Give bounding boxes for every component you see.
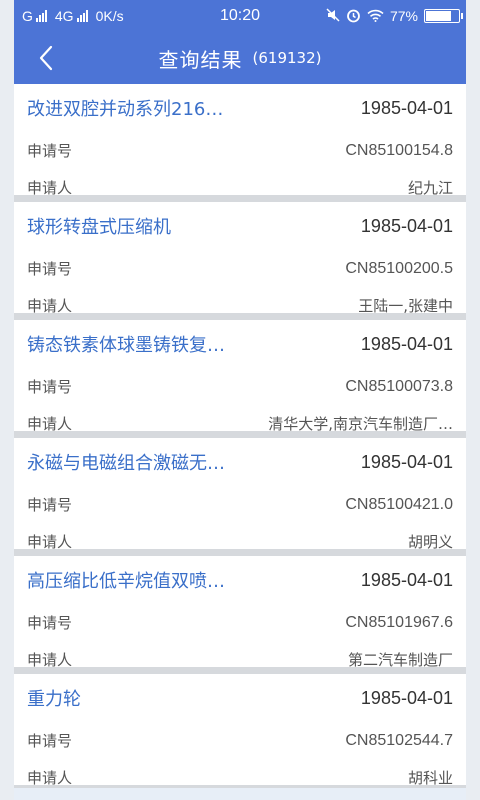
result-count: (619132) <box>252 49 322 67</box>
wifi-icon <box>367 9 384 24</box>
applicant-label: 申请人 <box>27 769 73 787</box>
app-no-label: 申请号 <box>27 732 73 750</box>
app-no-row: 申请号 CN85102544.7 <box>27 722 453 759</box>
battery-icon <box>424 9 463 23</box>
applicant-row: 申请人 清华大学,南京汽车制造厂… <box>27 405 453 442</box>
applicant-label: 申请人 <box>27 533 73 551</box>
applicant-label: 申请人 <box>27 415 73 433</box>
result-header-row: 球形转盘式压缩机 1985-04-01 <box>27 202 453 250</box>
result-header-row: 铸态铁素体球墨铸铁复… 1985-04-01 <box>27 320 453 368</box>
result-card[interactable]: 重力轮 1985-04-01 申请号 CN85102544.7 申请人 胡科业 <box>14 674 466 792</box>
title-wrap: 查询结果 (619132) <box>14 32 466 84</box>
applicant-value: 清华大学,南京汽车制造厂… <box>268 415 453 433</box>
app-no-label: 申请号 <box>27 378 73 396</box>
chevron-left-icon <box>39 45 53 71</box>
patent-title-link[interactable]: 重力轮 <box>27 685 81 711</box>
applicant-value: 王陆一,张建中 <box>358 297 453 315</box>
result-card[interactable]: 球形转盘式压缩机 1985-04-01 申请号 CN85100200.5 申请人… <box>14 202 466 320</box>
battery-fill <box>426 11 451 21</box>
applicant-row: 申请人 纪九江 <box>27 169 453 206</box>
patent-date: 1985-04-01 <box>360 333 453 354</box>
patent-date: 1985-04-01 <box>360 97 453 118</box>
result-header-row: 重力轮 1985-04-01 <box>27 674 453 722</box>
result-card[interactable]: 铸态铁素体球墨铸铁复… 1985-04-01 申请号 CN85100073.8 … <box>14 320 466 438</box>
applicant-label: 申请人 <box>27 651 73 669</box>
result-header-row: 改进双腔并动系列216… 1985-04-01 <box>27 84 453 132</box>
patent-title-link[interactable]: 球形转盘式压缩机 <box>27 213 171 239</box>
app-no-value: CN85100154.8 <box>345 141 453 159</box>
app-no-value: CN85100421.0 <box>345 495 453 513</box>
app-no-label: 申请号 <box>27 142 73 160</box>
applicant-value: 胡明义 <box>407 533 453 551</box>
phone-frame: G 4G 0K/s 10:20 77% 查询结果 (619132) 改进双腔并动… <box>14 0 466 800</box>
back-button[interactable] <box>28 40 64 76</box>
patent-title-link[interactable]: 改进双腔并动系列216… <box>27 95 223 121</box>
applicant-row: 申请人 胡明义 <box>27 523 453 560</box>
applicant-value: 胡科业 <box>407 769 453 787</box>
patent-date: 1985-04-01 <box>360 215 453 236</box>
app-screen: G 4G 0K/s 10:20 77% 查询结果 (619132) 改进双腔并动… <box>0 0 480 800</box>
app-no-row: 申请号 CN85100200.5 <box>27 250 453 287</box>
app-no-value: CN85100200.5 <box>345 259 453 277</box>
app-no-row: 申请号 CN85100421.0 <box>27 486 453 523</box>
app-no-value: CN85101967.6 <box>345 613 453 631</box>
status-bar: G 4G 0K/s 10:20 77% <box>14 0 466 32</box>
patent-date: 1985-04-01 <box>360 687 453 708</box>
applicant-label: 申请人 <box>27 179 73 197</box>
status-right: 77% <box>326 0 463 32</box>
battery-percent: 77% <box>389 8 418 24</box>
title-bar: 查询结果 (619132) <box>14 32 466 84</box>
app-no-row: 申请号 CN85100154.8 <box>27 132 453 169</box>
app-no-value: CN85100073.8 <box>345 377 453 395</box>
mute-icon <box>326 8 340 24</box>
page-title: 查询结果 <box>158 47 243 72</box>
app-no-row: 申请号 CN85100073.8 <box>27 368 453 405</box>
app-no-value: CN85102544.7 <box>345 731 453 749</box>
app-no-row: 申请号 CN85101967.6 <box>27 604 453 641</box>
patent-date: 1985-04-01 <box>360 569 453 590</box>
applicant-value: 纪九江 <box>407 179 453 197</box>
result-card[interactable]: 永磁与电磁组合激磁无… 1985-04-01 申请号 CN85100421.0 … <box>14 438 466 556</box>
patent-title-link[interactable]: 永磁与电磁组合激磁无… <box>27 449 225 475</box>
app-no-label: 申请号 <box>27 614 73 632</box>
app-no-label: 申请号 <box>27 496 73 514</box>
result-list: 改进双腔并动系列216… 1985-04-01 申请号 CN85100154.8… <box>14 84 466 792</box>
result-card[interactable]: 高压缩比低辛烷值双喷… 1985-04-01 申请号 CN85101967.6 … <box>14 556 466 674</box>
app-no-label: 申请号 <box>27 260 73 278</box>
applicant-value: 第二汽车制造厂 <box>347 651 453 669</box>
applicant-label: 申请人 <box>27 297 73 315</box>
applicant-row: 申请人 第二汽车制造厂 <box>27 641 453 678</box>
result-header-row: 永磁与电磁组合激磁无… 1985-04-01 <box>27 438 453 486</box>
applicant-row: 申请人 王陆一,张建中 <box>27 287 453 324</box>
patent-date: 1985-04-01 <box>360 451 453 472</box>
result-card[interactable]: 改进双腔并动系列216… 1985-04-01 申请号 CN85100154.8… <box>14 84 466 202</box>
patent-title-link[interactable]: 高压缩比低辛烷值双喷… <box>27 567 225 593</box>
patent-title-link[interactable]: 铸态铁素体球墨铸铁复… <box>27 331 225 357</box>
list-bottom-strip <box>14 788 466 800</box>
result-header-row: 高压缩比低辛烷值双喷… 1985-04-01 <box>27 556 453 604</box>
alarm-icon <box>346 8 361 25</box>
